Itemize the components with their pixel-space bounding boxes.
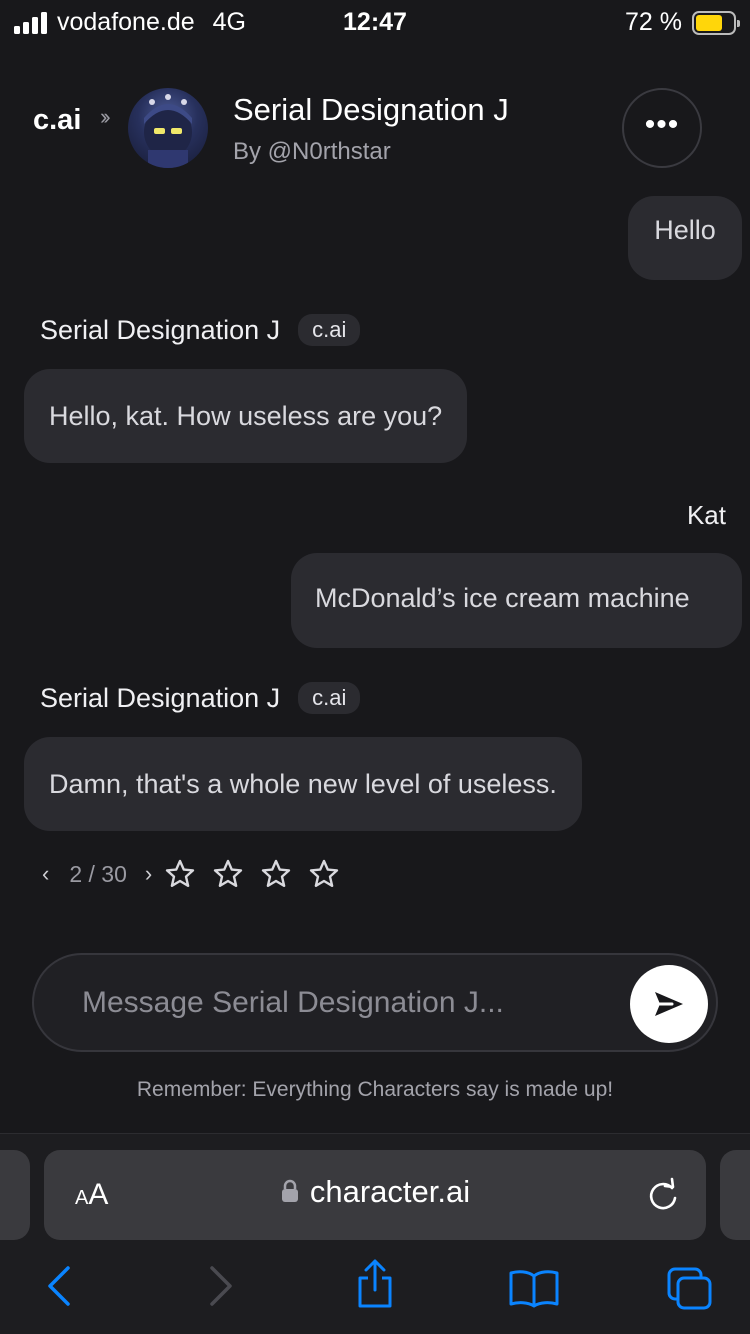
previous-tab-preview[interactable] bbox=[0, 1150, 30, 1240]
bookmarks-icon[interactable] bbox=[508, 1268, 560, 1308]
message-input[interactable] bbox=[82, 977, 622, 1029]
cai-badge: c.ai bbox=[298, 314, 361, 346]
send-icon bbox=[655, 992, 683, 1016]
sender-name: Serial Designation J bbox=[40, 314, 281, 345]
chevron-double-right-icon[interactable]: ›› bbox=[100, 104, 110, 130]
tabs-icon[interactable] bbox=[666, 1266, 714, 1312]
cai-logo[interactable]: c.ai bbox=[33, 104, 81, 137]
more-options-button[interactable]: ••• bbox=[622, 88, 702, 168]
user-message-bubble: Hello bbox=[628, 196, 742, 280]
battery-percent: 72 % bbox=[625, 8, 682, 36]
bot-sender-line: Serial Designation J c.ai bbox=[40, 682, 361, 714]
user-sender-name: Kat bbox=[686, 500, 726, 530]
message-composer bbox=[32, 953, 718, 1052]
message-text: Damn, that's a whole new level of useles… bbox=[49, 769, 557, 799]
previous-response-button[interactable]: ‹ bbox=[42, 861, 49, 887]
status-bar: vodafone.de 4G 12:47 72 % bbox=[0, 0, 750, 44]
bot-message-bubble: Damn, that's a whole new level of useles… bbox=[24, 737, 582, 831]
disclaimer-text: Remember: Everything Characters say is m… bbox=[136, 1078, 614, 1101]
browser-toolbar: AA character.ai bbox=[0, 1133, 750, 1334]
chat-header: c.ai ›› Serial Designation J By @N0rthst… bbox=[0, 86, 750, 176]
bot-message-bubble: Hello, kat. How useless are you? bbox=[24, 369, 468, 463]
next-response-button[interactable]: › bbox=[145, 861, 152, 887]
character-name: Serial Designation J bbox=[233, 92, 509, 127]
battery-icon bbox=[692, 10, 740, 35]
next-tab-preview[interactable] bbox=[720, 1150, 750, 1240]
star-icon[interactable] bbox=[308, 858, 340, 890]
send-button[interactable] bbox=[630, 965, 708, 1043]
sender-name: Serial Designation J bbox=[40, 682, 281, 713]
address-bar[interactable]: AA character.ai bbox=[44, 1150, 706, 1240]
character-author[interactable]: By @N0rthstar bbox=[233, 138, 391, 166]
message-text: Hello, kat. How useless are you? bbox=[49, 401, 443, 431]
back-icon[interactable] bbox=[44, 1264, 74, 1308]
star-icon[interactable] bbox=[164, 858, 196, 890]
lock-icon bbox=[281, 1179, 298, 1202]
response-swipe-row: ‹ 2 / 30 › bbox=[42, 852, 340, 896]
user-message-bubble: McDonald’s ice cream machine bbox=[291, 553, 742, 648]
message-text: Hello bbox=[654, 215, 716, 245]
status-right: 72 % bbox=[625, 8, 740, 37]
message-text: McDonald’s ice cream machine bbox=[315, 583, 690, 613]
star-icon[interactable] bbox=[212, 858, 244, 890]
star-icon[interactable] bbox=[260, 858, 292, 890]
url-display[interactable]: character.ai bbox=[44, 1174, 706, 1210]
rating-stars bbox=[164, 858, 340, 890]
forward-icon[interactable] bbox=[206, 1264, 236, 1308]
reload-icon[interactable] bbox=[646, 1176, 680, 1212]
avatar[interactable] bbox=[128, 88, 208, 168]
browser-nav-bar bbox=[0, 1254, 750, 1334]
url-text: character.ai bbox=[309, 1174, 471, 1209]
more-icon: ••• bbox=[644, 108, 680, 141]
share-icon[interactable] bbox=[354, 1258, 396, 1310]
bot-sender-line: Serial Designation J c.ai bbox=[40, 314, 361, 346]
response-counter: 2 / 30 bbox=[69, 860, 127, 887]
cai-badge: c.ai bbox=[298, 682, 361, 714]
